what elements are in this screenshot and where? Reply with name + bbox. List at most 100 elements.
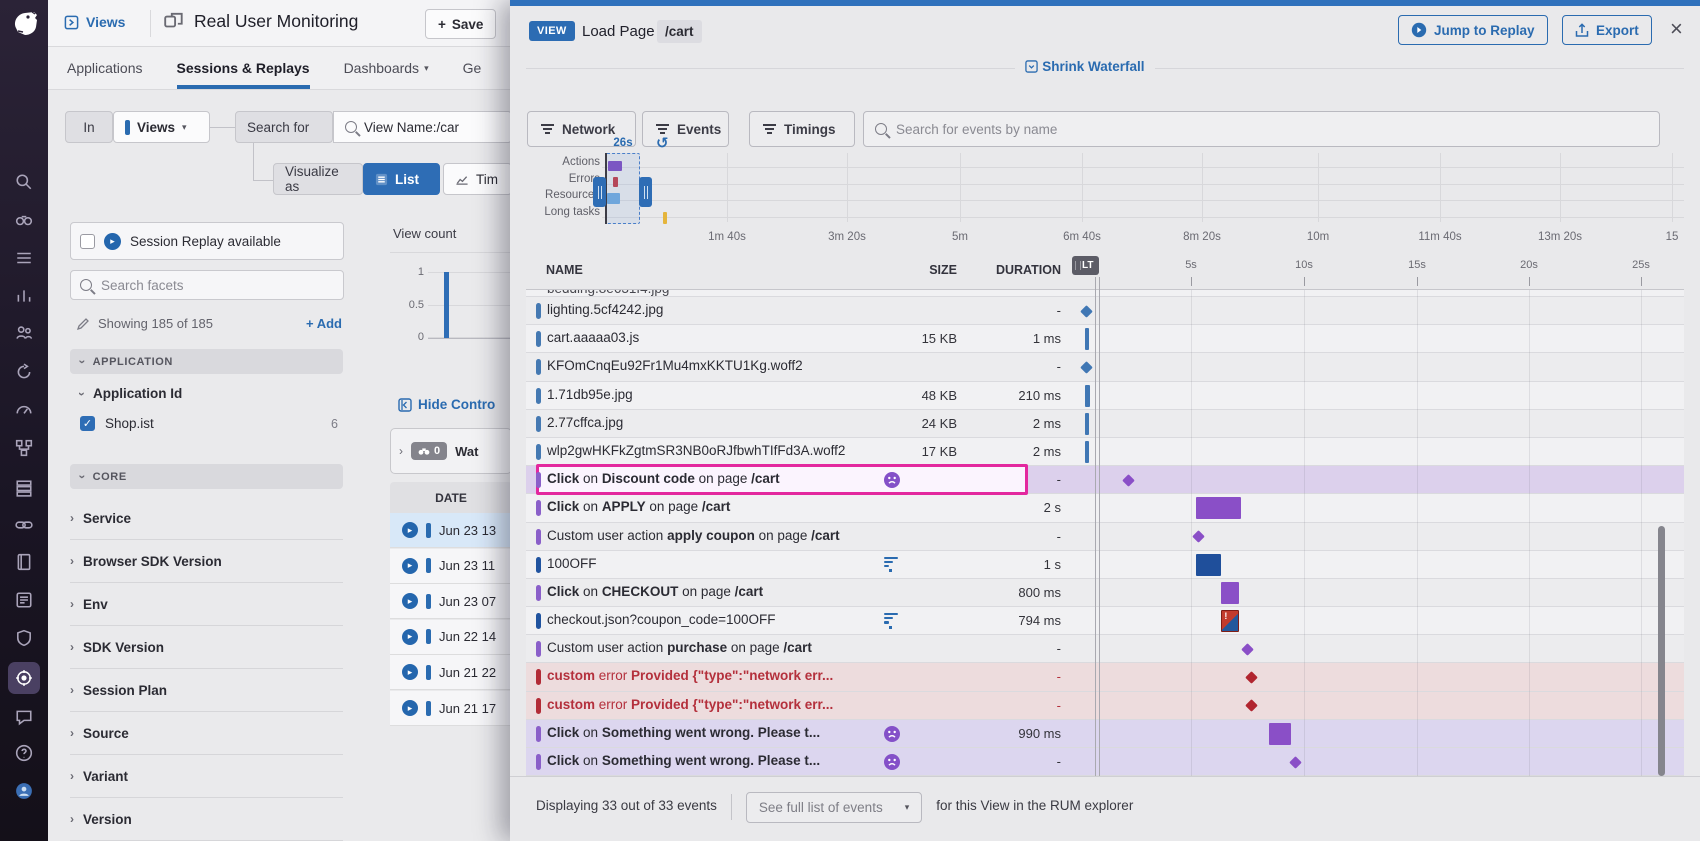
infrastructure-icon[interactable] <box>13 477 35 499</box>
events-search[interactable] <box>863 111 1660 147</box>
tab-applications[interactable]: Applications <box>67 47 143 89</box>
shopist-checkbox[interactable]: ✓ <box>80 416 95 431</box>
query-input-wrap[interactable] <box>333 111 512 143</box>
facet-value-shopist[interactable]: ✓ Shop.ist 6 <box>80 416 338 431</box>
visualize-list-button[interactable]: List <box>363 163 440 195</box>
event-row[interactable]: Click on CHECKOUT on page /cart800 ms <box>526 579 1684 607</box>
load-time-marker-badge[interactable]: LT <box>1072 256 1099 275</box>
tab-sessions-replays[interactable]: Sessions & Replays <box>177 47 310 89</box>
help-icon[interactable] <box>13 742 35 764</box>
vertical-scrollbar[interactable] <box>1658 526 1665 776</box>
replay-play-icon[interactable]: ▸ <box>402 629 418 645</box>
event-row[interactable]: cart.aaaaa03.js15 KB1 ms <box>526 325 1684 353</box>
user-avatar[interactable] <box>13 780 35 802</box>
apm-gauge-icon[interactable] <box>13 399 35 421</box>
feedback-icon[interactable] <box>13 706 35 728</box>
col-size[interactable]: SIZE <box>856 263 957 277</box>
event-row[interactable]: checkout.json?coupon_code=100OFF794 ms <box>526 607 1684 635</box>
core-section-header[interactable]: ›CORE <box>70 464 343 489</box>
waterfall-point[interactable] <box>1193 530 1206 543</box>
watchdog-box[interactable]: › 0 Wat <box>390 428 512 474</box>
logs-icon[interactable] <box>13 589 35 611</box>
search-icon[interactable] <box>13 171 35 193</box>
facet-sdk-version[interactable]: ›SDK Version <box>70 626 343 669</box>
event-row[interactable]: 2.77cffca.jpg24 KB2 ms <box>526 410 1684 438</box>
tab-ge[interactable]: Ge <box>463 47 482 89</box>
metrics-icon[interactable] <box>13 285 35 307</box>
waterfall-bar[interactable] <box>1196 554 1222 576</box>
session-row[interactable]: ▸Jun 22 14 <box>390 620 512 655</box>
session-row[interactable]: ▸Jun 21 17 <box>390 691 512 726</box>
export-button[interactable]: Export <box>1562 15 1652 45</box>
waterfall-point[interactable] <box>1241 643 1254 656</box>
event-row[interactable]: Custom user action apply coupon on page … <box>526 523 1684 551</box>
add-facet-button[interactable]: + Add <box>306 316 342 331</box>
waterfall-bar[interactable] <box>1221 610 1239 632</box>
view-path-chip[interactable]: /cart <box>657 20 702 43</box>
session-replay-filter[interactable]: ▸ Session Replay available <box>70 222 344 260</box>
replay-play-icon[interactable]: ▸ <box>402 522 418 538</box>
event-row[interactable]: Click on Something went wrong. Please t.… <box>526 748 1684 776</box>
event-row[interactable]: custom error Provided {"type":"network e… <box>526 663 1684 691</box>
datadog-logo[interactable] <box>8 7 40 39</box>
waterfall-point[interactable] <box>1245 671 1258 684</box>
event-row[interactable]: lighting.5cf4242.jpg- <box>526 297 1684 325</box>
facet-search[interactable]: Search facets <box>70 270 344 300</box>
jump-to-replay-button[interactable]: Jump to Replay <box>1398 15 1548 45</box>
event-row[interactable]: KFOmCnqEu92Fr1Mu4mxKKTU1Kg.woff2- <box>526 353 1684 381</box>
facet-variant[interactable]: ›Variant <box>70 755 343 798</box>
full-list-dropdown[interactable]: See full list of events▾ <box>746 792 922 823</box>
tab-dashboards[interactable]: Dashboards▾ <box>344 47 429 89</box>
waterfall-bar[interactable] <box>1221 582 1239 604</box>
selection-handle-left[interactable] <box>593 177 606 207</box>
service-catalog-icon[interactable] <box>13 247 35 269</box>
selection-handle-right[interactable] <box>639 177 652 207</box>
security-icon[interactable] <box>13 627 35 649</box>
waterfall-bar[interactable] <box>1196 497 1241 519</box>
waterfall-point[interactable] <box>1289 756 1302 769</box>
col-name[interactable]: NAME <box>546 263 583 277</box>
query-input[interactable] <box>364 120 484 135</box>
replay-play-icon[interactable]: ▸ <box>402 700 418 716</box>
synthetics-icon[interactable] <box>13 361 35 383</box>
waterfall-point[interactable] <box>1245 699 1258 712</box>
waterfall-bar[interactable] <box>1085 441 1089 463</box>
event-row[interactable]: Click on Something went wrong. Please t.… <box>526 720 1684 748</box>
waterfall-point[interactable] <box>1122 474 1135 487</box>
hide-controls-link[interactable]: Hide Contro <box>398 397 495 412</box>
event-row[interactable]: Custom user action purchase on page /car… <box>526 635 1684 663</box>
waterfall-bar[interactable] <box>1269 723 1292 745</box>
watchdog-icon[interactable] <box>13 209 35 231</box>
close-icon[interactable]: × <box>1670 16 1683 42</box>
integrations-icon[interactable] <box>13 514 35 536</box>
session-row[interactable]: ▸Jun 23 07 <box>390 584 512 619</box>
session-row[interactable]: ▸Jun 21 22 <box>390 655 512 690</box>
waterfall-point[interactable] <box>1080 305 1093 318</box>
replay-play-icon[interactable]: ▸ <box>402 558 418 574</box>
visualize-timeseries-button[interactable]: Tim <box>443 163 512 195</box>
event-row[interactable]: Click on Discount code on page /cart- <box>526 466 1684 494</box>
date-column-header[interactable]: DATE <box>390 482 512 513</box>
waterfall-bar[interactable] <box>1085 413 1089 435</box>
reset-zoom-icon[interactable]: ↺ <box>656 134 669 152</box>
session-replay-checkbox[interactable] <box>80 234 95 249</box>
facet-session-plan[interactable]: ›Session Plan <box>70 669 343 712</box>
views-breadcrumb[interactable]: Views <box>64 14 125 30</box>
session-row[interactable]: ▸Jun 23 11 <box>390 549 512 584</box>
facet-env[interactable]: ›Env <box>70 583 343 626</box>
waterfall-bar[interactable] <box>1085 385 1090 407</box>
events-search-input[interactable] <box>896 122 1648 137</box>
event-row[interactable]: custom error Provided {"type":"network e… <box>526 692 1684 720</box>
shrink-waterfall-link[interactable]: Shrink Waterfall <box>510 58 1660 76</box>
facet-service[interactable]: ›Service <box>70 497 343 540</box>
event-row[interactable]: bedding.8e631f4.jpg <box>526 290 1684 297</box>
process-map-icon[interactable] <box>13 437 35 459</box>
scope-dropdown[interactable]: Views▾ <box>113 111 210 143</box>
replay-play-icon[interactable]: ▸ <box>402 664 418 680</box>
event-row[interactable]: 1.71db95e.jpg48 KB210 ms <box>526 382 1684 410</box>
minimap-selection[interactable] <box>605 153 640 224</box>
event-row[interactable]: Click on APPLY on page /cart2 s <box>526 494 1684 522</box>
notebooks-icon[interactable] <box>13 551 35 573</box>
application-section-header[interactable]: ›APPLICATION <box>70 349 343 374</box>
facet-application-id[interactable]: ›Application Id <box>80 386 182 401</box>
